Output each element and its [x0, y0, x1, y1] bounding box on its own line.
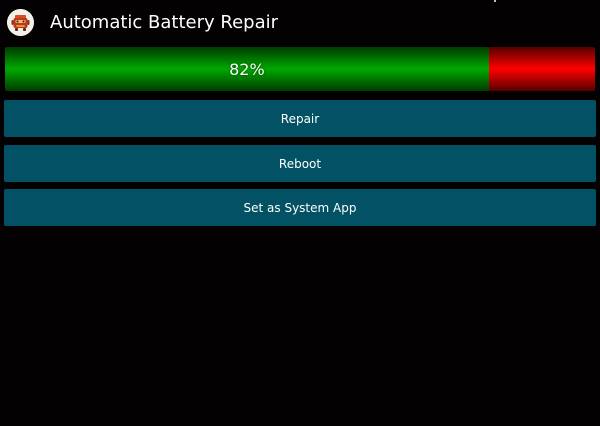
app-title: Automatic Battery Repair: [50, 12, 279, 33]
repair-button[interactable]: Repair: [4, 100, 596, 137]
status-indicator: [494, 0, 496, 2]
title-bar: Automatic Battery Repair: [0, 0, 600, 46]
reboot-button[interactable]: Reboot: [4, 145, 596, 182]
set-system-app-button[interactable]: Set as System App: [4, 189, 596, 226]
battery-robot-icon: [7, 9, 34, 36]
battery-level-label: 82%: [229, 59, 265, 79]
app-window: Automatic Battery Repair 82% Repair Rebo…: [0, 0, 600, 426]
battery-level-bar: 82%: [5, 47, 595, 91]
